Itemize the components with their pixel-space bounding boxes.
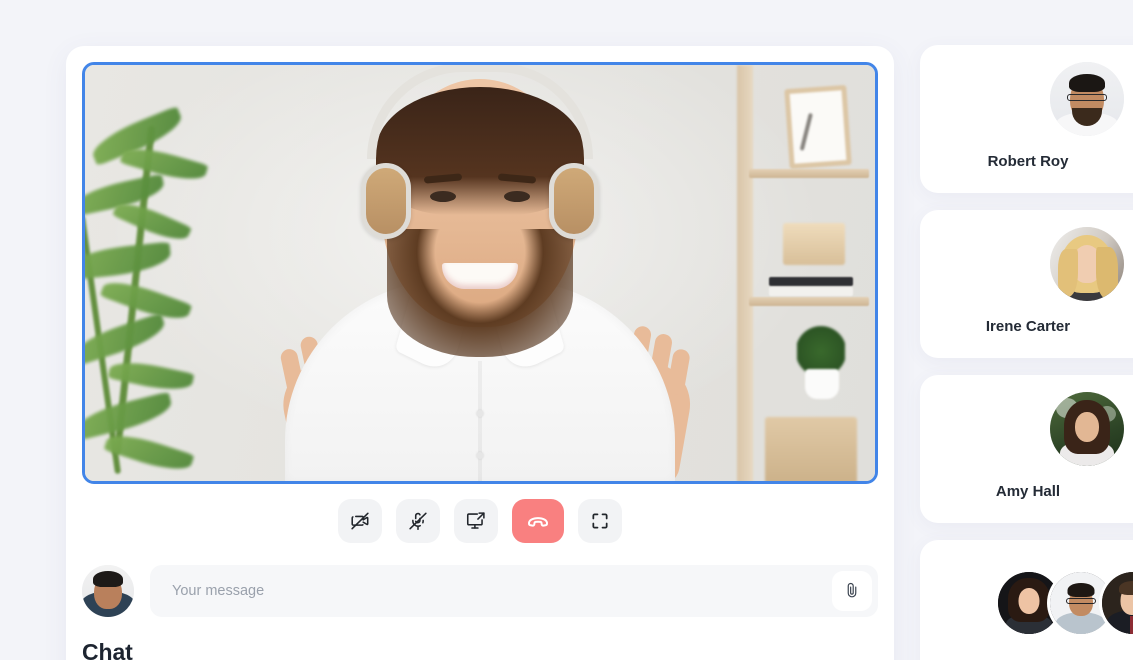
participant-group-card[interactable] <box>920 540 1133 660</box>
participant-card[interactable]: Irene Carter <box>920 210 1133 358</box>
avatar <box>1050 392 1124 466</box>
video-scene <box>85 65 875 481</box>
shelf-decoration-icon <box>737 65 869 481</box>
mic-off-icon <box>407 510 429 532</box>
call-controls <box>82 499 878 543</box>
message-composer <box>82 565 878 617</box>
fullscreen-button[interactable] <box>578 499 622 543</box>
main-video-stage[interactable] <box>82 62 878 484</box>
fullscreen-icon <box>590 511 610 531</box>
paperclip-icon <box>843 581 861 602</box>
call-card: Chat <box>66 46 894 660</box>
attach-file-button[interactable] <box>832 571 872 611</box>
plant-decoration-icon <box>85 65 239 481</box>
participant-name: Amy Hall <box>995 483 1061 500</box>
chat-heading: Chat <box>82 639 133 660</box>
share-screen-button[interactable] <box>454 499 498 543</box>
participants-sidebar: Robert Roy Irene Carter Amy Hall <box>920 45 1133 660</box>
phone-hangup-icon <box>526 509 550 533</box>
avatar <box>1102 572 1133 634</box>
end-call-button[interactable] <box>512 499 564 543</box>
screen-share-icon <box>465 510 487 532</box>
avatar <box>1050 62 1124 136</box>
message-input-wrap[interactable] <box>150 565 878 617</box>
participant-card[interactable]: Robert Roy <box>920 45 1133 193</box>
mic-off-button[interactable] <box>396 499 440 543</box>
participant-name: Irene Carter <box>985 318 1071 335</box>
headphones-icon <box>367 65 593 159</box>
participant-name: Robert Roy <box>987 153 1069 170</box>
current-user-avatar <box>82 565 134 617</box>
camera-off-icon <box>349 510 371 532</box>
video-participant-figure <box>265 65 697 481</box>
avatar <box>1050 227 1124 301</box>
avatar-stack <box>998 572 1133 634</box>
video-call-page: Chat Robert Roy <box>0 0 1133 660</box>
message-input[interactable] <box>172 583 832 599</box>
camera-off-button[interactable] <box>338 499 382 543</box>
participant-card[interactable]: Amy Hall <box>920 375 1133 523</box>
